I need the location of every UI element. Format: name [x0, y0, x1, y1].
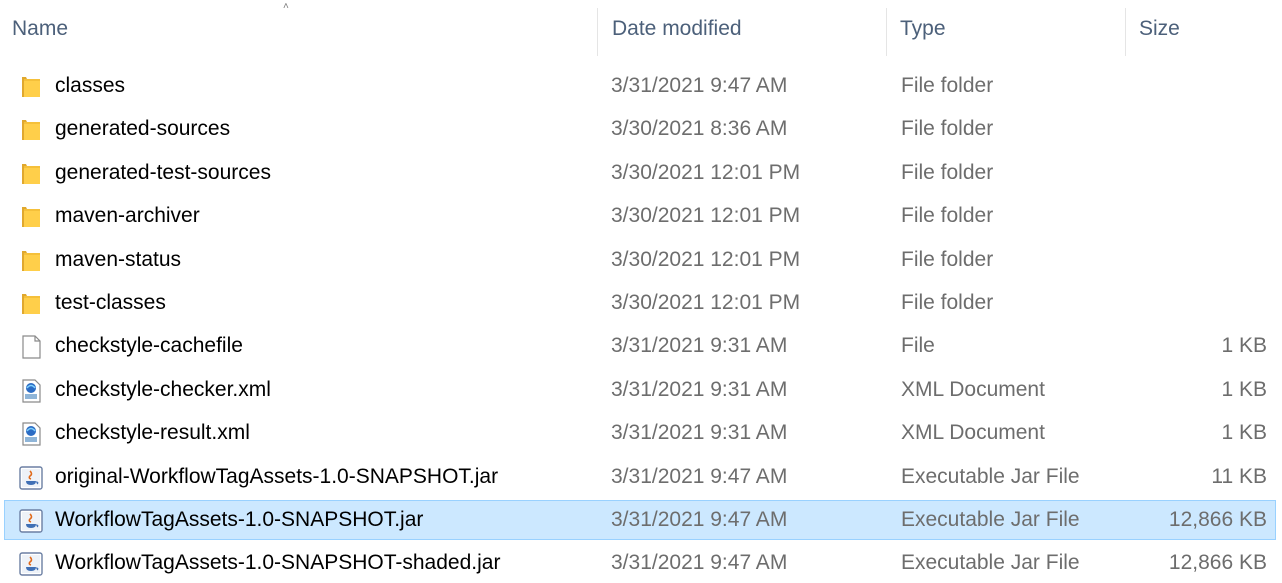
file-row[interactable]: classes 3/31/2021 9:47 AM File folder [4, 66, 1276, 106]
file-row[interactable]: checkstyle-checker.xml 3/31/2021 9:31 AM X… [4, 370, 1276, 410]
xml-icon [17, 420, 45, 448]
jar-icon [17, 464, 45, 492]
column-header-size[interactable]: Size [1139, 14, 1180, 44]
file-date-modified: 3/31/2021 9:31 AM [611, 421, 788, 445]
folder-icon [17, 247, 45, 275]
file-row[interactable]: original-WorkflowTagAssets-1.0-SNAPSHOT.… [4, 457, 1276, 497]
file-date-modified: 3/31/2021 9:31 AM [611, 377, 788, 401]
file-type: XML Document [901, 421, 1045, 445]
file-date-modified: 3/30/2021 12:01 PM [611, 204, 801, 228]
file-name: checkstyle-cachefile [55, 334, 243, 358]
file-type: File folder [901, 74, 994, 97]
file-name: maven-status [55, 247, 182, 271]
file-date-modified: 3/31/2021 9:47 AM [611, 74, 788, 97]
xml-icon [17, 377, 45, 405]
file-name: generated-sources [55, 117, 231, 141]
file-size: 1 KB [1221, 334, 1267, 358]
file-type: File folder [901, 291, 994, 314]
file-date-modified: 3/31/2021 9:47 AM [611, 508, 788, 531]
file-size: 12,866 KB [1168, 551, 1267, 575]
folder-icon [17, 160, 45, 188]
file-date-modified: 3/30/2021 8:36 AM [611, 117, 788, 141]
file-row[interactable]: generated-test-sources 3/30/2021 12:01 PM… [4, 153, 1276, 193]
folder-icon [17, 73, 45, 101]
column-header-name[interactable]: Name [12, 14, 68, 44]
file-name: original-WorkflowTagAssets-1.0-SNAPSHOT.… [55, 464, 499, 488]
file-size: 12,866 KB [1168, 508, 1267, 531]
file-type: Executable Jar File [901, 508, 1080, 531]
file-size: 1 KB [1221, 377, 1267, 401]
folder-icon [17, 290, 45, 318]
file-type: File folder [901, 247, 994, 271]
file-row[interactable]: test-classes 3/30/2021 12:01 PM File folde… [4, 283, 1276, 323]
file-row[interactable]: maven-status 3/30/2021 12:01 PM File folde… [4, 240, 1276, 280]
file-name: test-classes [55, 291, 166, 314]
file-row[interactable]: checkstyle-result.xml 3/31/2021 9:31 AM XM… [4, 413, 1276, 453]
file-date-modified: 3/30/2021 12:01 PM [611, 247, 801, 271]
file-name: checkstyle-checker.xml [55, 377, 271, 401]
file-date-modified: 3/30/2021 12:01 PM [611, 291, 801, 314]
file-icon [17, 333, 45, 361]
file-name: WorkflowTagAssets-1.0-SNAPSHOT-shaded.ja… [55, 551, 501, 575]
column-divider[interactable] [886, 8, 887, 56]
file-row[interactable]: WorkflowTagAssets-1.0-SNAPSHOT-shaded.ja… [4, 543, 1276, 583]
sort-caret-icon: ˄ [283, 1, 289, 12]
file-name: maven-archiver [55, 204, 200, 228]
file-size: 1 KB [1221, 421, 1267, 445]
folder-icon [17, 116, 45, 144]
folder-icon [17, 203, 45, 231]
file-name: checkstyle-result.xml [55, 421, 250, 445]
file-type: File [901, 334, 935, 358]
column-divider[interactable] [1125, 8, 1126, 56]
file-row[interactable]: generated-sources 3/30/2021 8:36 AM File f… [4, 109, 1276, 149]
file-type: XML Document [901, 377, 1045, 401]
file-type: Executable Jar File [901, 551, 1080, 575]
file-name: generated-test-sources [55, 160, 271, 184]
file-type: File folder [901, 204, 994, 228]
file-type: File folder [901, 117, 994, 141]
jar-icon [17, 550, 45, 578]
file-name: WorkflowTagAssets-1.0-SNAPSHOT.jar [55, 508, 424, 531]
file-row[interactable]: maven-archiver 3/30/2021 12:01 PM File fol… [4, 196, 1276, 236]
file-date-modified: 3/31/2021 9:47 AM [611, 464, 788, 488]
file-date-modified: 3/31/2021 9:47 AM [611, 551, 788, 575]
column-header-type[interactable]: Type [900, 14, 946, 44]
file-date-modified: 3/31/2021 9:31 AM [611, 334, 788, 358]
file-type: Executable Jar File [901, 464, 1080, 488]
column-header-bar: ˄ Name Date modified Type Size [0, 0, 1282, 57]
file-row[interactable]: checkstyle-cachefile 3/31/2021 9:31 AM Fil… [4, 326, 1276, 366]
jar-icon [17, 507, 45, 535]
file-name: classes [55, 74, 126, 97]
column-divider[interactable] [597, 8, 598, 56]
file-size: 11 KB [1211, 464, 1267, 488]
file-row[interactable]: WorkflowTagAssets-1.0-SNAPSHOT.jar 3/31/2… [4, 500, 1276, 540]
file-type: File folder [901, 160, 994, 184]
file-date-modified: 3/30/2021 12:01 PM [611, 160, 801, 184]
column-header-date-modified[interactable]: Date modified [612, 14, 742, 44]
